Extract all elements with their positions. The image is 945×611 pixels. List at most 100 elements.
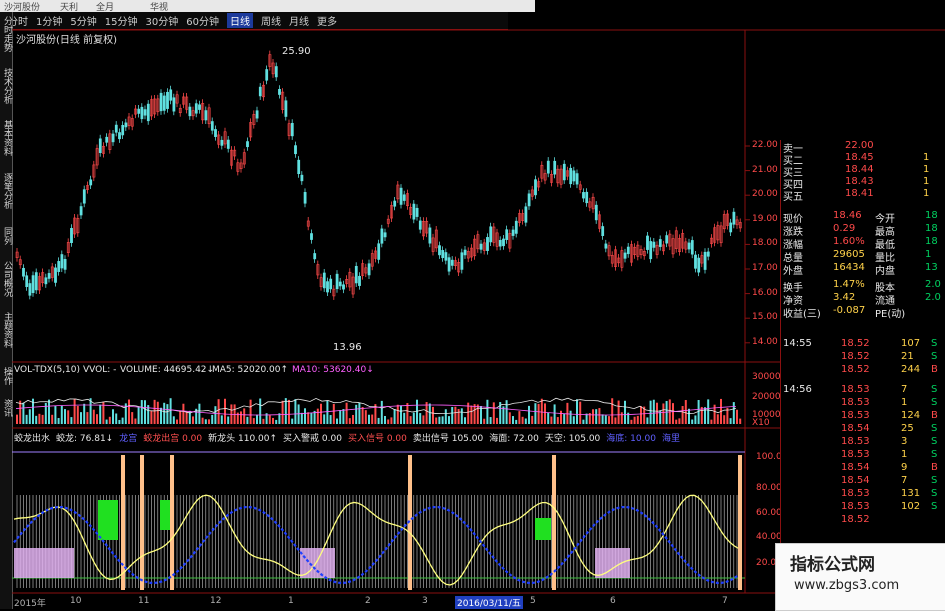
price-tick-label: 21.00 <box>752 164 778 175</box>
volume-bar <box>428 403 431 424</box>
stat-value-2: 18 <box>925 210 938 221</box>
tick-volume: 102 <box>901 501 921 512</box>
volume-bar <box>678 418 681 424</box>
volume-tick-label: 20000 <box>752 392 781 402</box>
volume-bar <box>544 403 546 424</box>
candle-body <box>290 122 294 137</box>
volume-bar <box>355 404 358 424</box>
tick-volume: 244 <box>901 364 921 375</box>
candle-body <box>210 121 214 131</box>
tick-row: 18.53 102 S <box>783 501 943 514</box>
stat-row: 总量 29605 量比 1 <box>783 249 943 264</box>
date-tick-label: 7 <box>722 596 728 606</box>
tick-row: 18.53 131 S <box>783 488 943 501</box>
candle-body <box>444 252 448 261</box>
volume-bar <box>569 410 572 424</box>
candle-body <box>732 211 736 225</box>
volume-bar <box>540 398 543 424</box>
stat-value-2: 18 <box>925 223 938 234</box>
volume-bar <box>473 404 476 424</box>
volume-bar <box>179 411 182 424</box>
date-tick-label: 6 <box>610 596 616 606</box>
candle-body <box>322 272 326 289</box>
volume-bar <box>518 411 521 424</box>
candle-body <box>44 277 48 285</box>
volume-bar <box>652 399 655 424</box>
volume-bar <box>681 406 684 424</box>
order-book-price: 18.45 <box>845 152 874 163</box>
stat-row: 换手 1.47% 股本 2.0 <box>783 279 943 294</box>
candle-body <box>527 193 531 207</box>
candle-body <box>428 227 432 244</box>
tick-volume: 25 <box>901 423 914 434</box>
volume-bar <box>38 413 41 424</box>
price-tick-label: 20.00 <box>752 189 778 200</box>
volume-bar <box>412 412 415 424</box>
candle-body <box>47 273 51 279</box>
tick-price: 18.52 <box>841 364 870 375</box>
volume-bar <box>60 405 63 424</box>
volume-bar <box>604 415 607 424</box>
volume-bar <box>288 399 290 424</box>
tick-price: 18.52 <box>841 514 870 525</box>
tick-side: S <box>931 351 938 362</box>
stat-value: 18.46 <box>833 210 862 221</box>
volume-bar <box>211 414 214 424</box>
candle-body <box>338 281 342 287</box>
candle-body <box>137 108 141 114</box>
candle-body <box>166 91 169 109</box>
candle-body <box>505 229 509 240</box>
volume-tick-label: X10 <box>752 418 770 428</box>
candle-body <box>479 243 483 250</box>
price-tick-label: 18.00 <box>752 238 778 249</box>
indicator-header: 蛟龙出水 蛟龙: 76.81↓ 龙宫 蛟龙出宫 0.00 新龙头 110.00↑ 买入警戒… <box>14 431 744 443</box>
volume-bar <box>560 410 562 424</box>
indicator-value: 卖出信号 105.00 <box>412 434 484 443</box>
candle-body <box>28 283 32 296</box>
candle-body <box>575 173 579 185</box>
date-tick-label: 5 <box>530 596 536 606</box>
volume-bar <box>649 400 652 424</box>
volume-bar <box>470 405 473 424</box>
volume-bar <box>256 414 258 424</box>
candle-body <box>284 100 288 117</box>
volume-bar <box>92 409 95 424</box>
volume-bar <box>28 409 31 424</box>
indicator-tick-label: 40.00 <box>756 532 782 542</box>
volume-bar <box>70 417 73 424</box>
stat-label-2: PE(动) <box>875 309 906 320</box>
volume-bar <box>620 412 623 424</box>
volume-bar <box>25 414 28 424</box>
volume-bar <box>54 405 57 424</box>
candle-body <box>258 86 262 97</box>
candle-body <box>594 204 598 221</box>
volume-bar <box>364 410 367 424</box>
candle-body <box>54 267 57 283</box>
candle-body <box>706 251 710 257</box>
volume-bar <box>201 417 204 424</box>
volume-bar <box>537 403 540 424</box>
volume-bar <box>457 408 460 424</box>
volume-bar <box>35 415 38 424</box>
sea-bottom-zone <box>14 548 74 578</box>
indicator-tick-label: 80.00 <box>756 483 782 493</box>
date-tick-label: 11 <box>138 596 150 606</box>
tick-row: 14:56 18.53 7 S <box>783 384 943 397</box>
volume-bar <box>339 410 342 424</box>
volume-bar <box>556 417 559 424</box>
volume-bar <box>608 416 610 424</box>
tick-side: S <box>931 423 938 434</box>
volume-bar <box>214 406 217 424</box>
volume-bar <box>67 410 70 424</box>
price-tick-label: 14.00 <box>752 336 778 347</box>
candle-body <box>585 191 589 204</box>
low-price-label: 13.96 <box>333 342 362 353</box>
volume-bar <box>624 400 626 424</box>
candle-body <box>534 179 537 196</box>
candle-body <box>143 109 147 116</box>
candle-body <box>514 220 518 234</box>
signal-column <box>140 455 144 590</box>
volume-bar <box>185 411 188 424</box>
tick-row: 18.53 124 B <box>783 410 943 423</box>
volume-bar <box>646 417 649 424</box>
